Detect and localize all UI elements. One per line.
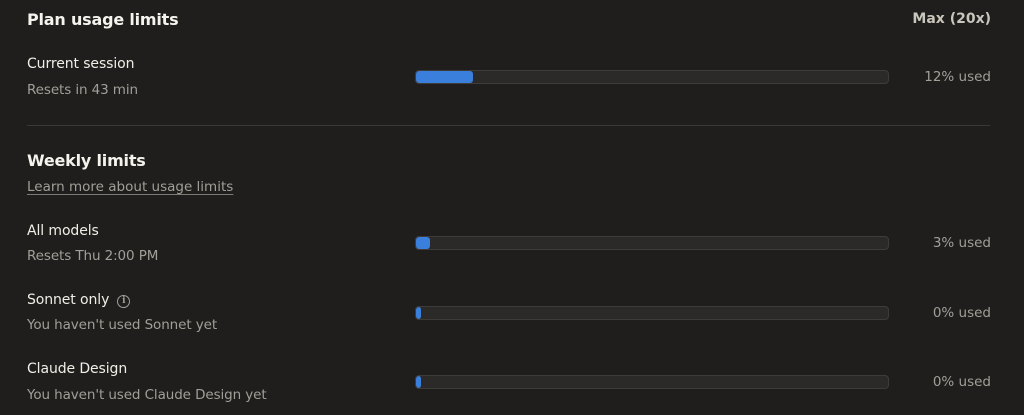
all-models-progress-bar xyxy=(415,236,889,250)
learn-more-link[interactable]: Learn more about usage limits xyxy=(27,179,233,195)
session-progress-bar xyxy=(415,70,889,84)
section-divider xyxy=(27,125,990,126)
session-progress-fill xyxy=(416,71,473,83)
session-used-text: 12% used xyxy=(924,69,991,85)
session-label: Current session xyxy=(27,56,135,72)
sonnet-only-progress-fill xyxy=(416,307,421,319)
claude-design-status-text: You haven't used Claude Design yet xyxy=(27,387,267,403)
sonnet-only-used-text: 0% used xyxy=(932,305,991,321)
all-models-progress-fill xyxy=(416,237,431,249)
claude-design-progress-fill xyxy=(416,376,421,388)
claude-design-label: Claude Design xyxy=(27,361,128,377)
all-models-reset-text: Resets Thu 2:00 PM xyxy=(27,248,159,264)
all-models-used-text: 3% used xyxy=(932,235,991,251)
sonnet-only-progress-bar xyxy=(415,306,889,320)
sonnet-only-status-text: You haven't used Sonnet yet xyxy=(27,317,218,333)
weekly-limits-heading: Weekly limits xyxy=(27,151,146,170)
session-reset-text: Resets in 43 min xyxy=(27,82,138,98)
page-title: Plan usage limits xyxy=(27,10,179,29)
claude-design-progress-bar xyxy=(415,375,889,389)
all-models-label: All models xyxy=(27,223,99,239)
sonnet-only-row-label: Sonnet only i xyxy=(27,292,131,308)
plan-badge: Max (20x) xyxy=(912,11,991,27)
claude-design-used-text: 0% used xyxy=(932,374,991,390)
sonnet-only-label: Sonnet only xyxy=(27,292,110,308)
info-icon[interactable]: i xyxy=(117,295,131,308)
